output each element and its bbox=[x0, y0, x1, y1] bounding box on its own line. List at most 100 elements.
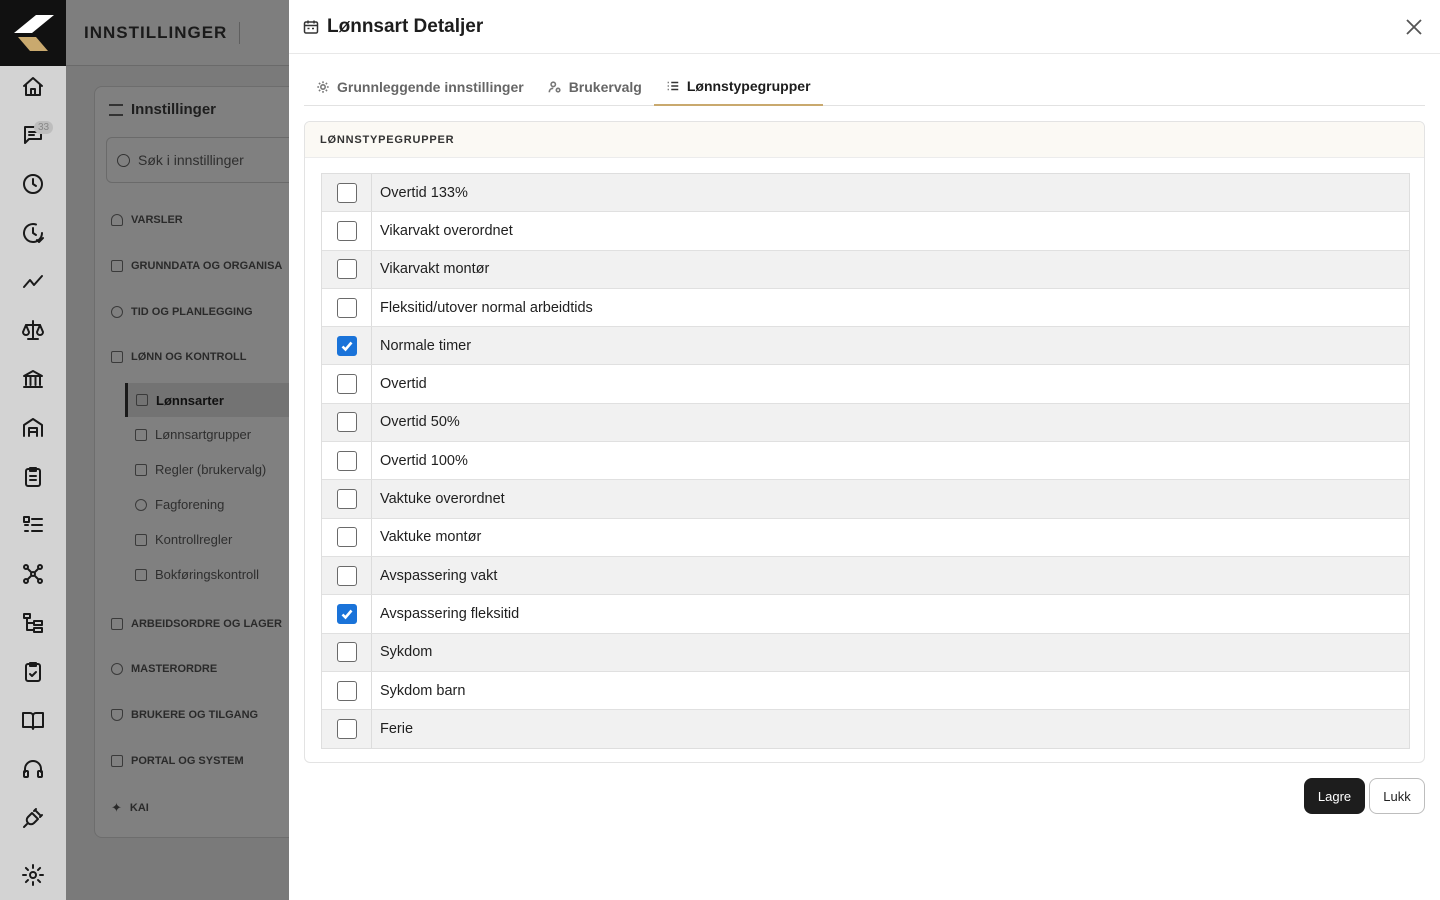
section-brukere[interactable]: BRUKERE OG TILGANG bbox=[111, 709, 258, 721]
folder-icon bbox=[135, 428, 147, 441]
user-settings-icon bbox=[548, 81, 561, 93]
group-checkbox[interactable] bbox=[336, 374, 357, 395]
sub-item-regler[interactable]: Regler (brukervalg) bbox=[135, 462, 266, 477]
headset-icon[interactable] bbox=[0, 747, 66, 791]
home-icon[interactable] bbox=[0, 65, 66, 109]
checkbox-cell bbox=[322, 327, 372, 365]
group-checkbox[interactable] bbox=[336, 489, 357, 510]
group-checkbox[interactable] bbox=[336, 719, 357, 740]
clock-check-icon[interactable] bbox=[0, 211, 66, 255]
checkbox-cell bbox=[322, 710, 372, 749]
group-label: Sykdom bbox=[380, 644, 433, 661]
group-label: Avspassering vakt bbox=[380, 567, 498, 584]
group-checkbox[interactable] bbox=[336, 182, 357, 203]
settings-panel-title: Innstillinger bbox=[109, 101, 216, 118]
trend-icon[interactable] bbox=[0, 260, 66, 304]
bell-icon bbox=[111, 214, 123, 226]
gear-icon[interactable] bbox=[0, 853, 66, 897]
group-label: Normale timer bbox=[380, 337, 472, 354]
checkbox-cell bbox=[322, 174, 372, 212]
table-row: Ferie bbox=[322, 710, 1409, 749]
group-checkbox[interactable] bbox=[336, 259, 357, 280]
section-tid[interactable]: TID OG PLANLEGGING bbox=[111, 306, 253, 318]
table-row: Sykdom barn bbox=[322, 671, 1409, 711]
book-icon[interactable] bbox=[0, 698, 66, 742]
table-row: Overtid 100% bbox=[322, 442, 1409, 481]
checkbox-cell bbox=[322, 671, 372, 710]
clipboard-check-icon[interactable] bbox=[0, 650, 66, 694]
group-label: Ferie bbox=[380, 721, 414, 738]
list-icon[interactable] bbox=[0, 503, 66, 547]
tree-icon[interactable] bbox=[0, 601, 66, 645]
group-checkbox[interactable] bbox=[336, 680, 357, 701]
section-grunndata[interactable]: GRUNNDATA OG ORGANISA bbox=[111, 260, 282, 272]
clipboard-icon[interactable] bbox=[0, 455, 66, 499]
checkbox-cell bbox=[322, 365, 372, 403]
checkmark-icon bbox=[341, 341, 352, 352]
close-icon[interactable] bbox=[1402, 15, 1426, 39]
chat-icon[interactable]: 33 bbox=[0, 113, 66, 157]
sub-item-bokforingskontroll[interactable]: Bokføringskontroll bbox=[135, 567, 259, 582]
sliders-icon bbox=[135, 463, 147, 476]
group-label: Sykdom barn bbox=[380, 682, 466, 699]
table-row: Sykdom bbox=[322, 633, 1409, 672]
shield-icon bbox=[111, 709, 123, 721]
section-kai[interactable]: ✦ KAI bbox=[111, 800, 149, 816]
group-checkbox[interactable] bbox=[336, 412, 357, 433]
gear-icon bbox=[317, 81, 329, 93]
network-icon[interactable] bbox=[0, 552, 66, 596]
modal-tabs: Grunnleggende innstillinger Brukervalg L… bbox=[304, 68, 1425, 106]
section-varsler[interactable]: VARSLER bbox=[111, 214, 183, 226]
table-row: Fleksitid/utover normal arbeidtids bbox=[322, 288, 1409, 328]
clock-icon bbox=[111, 306, 123, 318]
group-checkbox[interactable] bbox=[336, 527, 357, 548]
group-checkbox[interactable] bbox=[336, 603, 357, 624]
group-checkbox[interactable] bbox=[336, 335, 357, 356]
section-lonn[interactable]: LØNN OG KONTROLL bbox=[111, 351, 247, 363]
group-checkbox[interactable] bbox=[336, 297, 357, 318]
table-row: Overtid bbox=[322, 365, 1409, 404]
group-checkbox[interactable] bbox=[336, 220, 357, 241]
group-checkbox[interactable] bbox=[336, 642, 357, 663]
plug-icon[interactable] bbox=[0, 796, 66, 840]
checkmark-icon bbox=[341, 609, 352, 620]
sub-item-lonnsartgrupper[interactable]: Lønnsartgrupper bbox=[135, 427, 251, 442]
save-button[interactable]: Lagre bbox=[1304, 778, 1365, 814]
group-label: Overtid 50% bbox=[380, 414, 460, 431]
group-label: Avspassering fleksitid bbox=[380, 605, 520, 622]
app-logo[interactable] bbox=[0, 0, 66, 66]
tab-basic-settings[interactable]: Grunnleggende innstillinger bbox=[304, 68, 536, 106]
background-settings-page: INNSTILLINGER Innstillinger Søk i innsti… bbox=[66, 0, 356, 900]
sub-item-fagforening[interactable]: Fagforening bbox=[135, 497, 224, 512]
sparkle-icon: ✦ bbox=[111, 800, 122, 815]
warehouse-icon[interactable] bbox=[0, 406, 66, 450]
table-row: Avspassering fleksitid bbox=[322, 595, 1409, 634]
wage-type-groups-card: LØNNSTYPEGRUPPER Overtid 133% Vikarvakt o… bbox=[304, 121, 1425, 763]
group-checkbox[interactable] bbox=[336, 565, 357, 586]
group-label: Overtid 100% bbox=[380, 452, 468, 469]
icon-rail: 33 bbox=[0, 0, 66, 900]
ledger-icon bbox=[135, 568, 147, 581]
group-label: Vaktuke overordnet bbox=[380, 491, 505, 508]
clock-icon[interactable] bbox=[0, 162, 66, 206]
table-row: Normale timer bbox=[322, 327, 1409, 366]
bank-icon[interactable] bbox=[0, 357, 66, 401]
group-checkbox[interactable] bbox=[336, 450, 357, 471]
tab-user-choices[interactable]: Brukervalg bbox=[536, 68, 654, 106]
table-row: Avspassering vakt bbox=[322, 556, 1409, 596]
section-arbeidsordre[interactable]: ARBEIDSORDRE OG LAGER bbox=[111, 618, 282, 630]
section-masterordre[interactable]: MASTERORDRE bbox=[111, 663, 217, 675]
checkbox-cell bbox=[322, 595, 372, 633]
checkbox-cell bbox=[322, 556, 372, 595]
layout-icon bbox=[111, 755, 123, 767]
chat-badge: 33 bbox=[34, 121, 54, 134]
section-portal[interactable]: PORTAL OG SYSTEM bbox=[111, 755, 244, 767]
scale-icon[interactable] bbox=[0, 308, 66, 352]
group-label: Vikarvakt montør bbox=[380, 261, 490, 278]
page-title: INNSTILLINGER bbox=[84, 22, 228, 42]
sub-item-kontrollregler[interactable]: Kontrollregler bbox=[135, 532, 232, 547]
modal-title: Lønnsart Detaljer bbox=[327, 15, 484, 37]
modal-header: Lønnsart Detaljer bbox=[289, 0, 1440, 54]
tab-wage-type-groups[interactable]: Lønnstypegrupper bbox=[653, 68, 823, 106]
close-button[interactable]: Lukk bbox=[1369, 778, 1425, 814]
